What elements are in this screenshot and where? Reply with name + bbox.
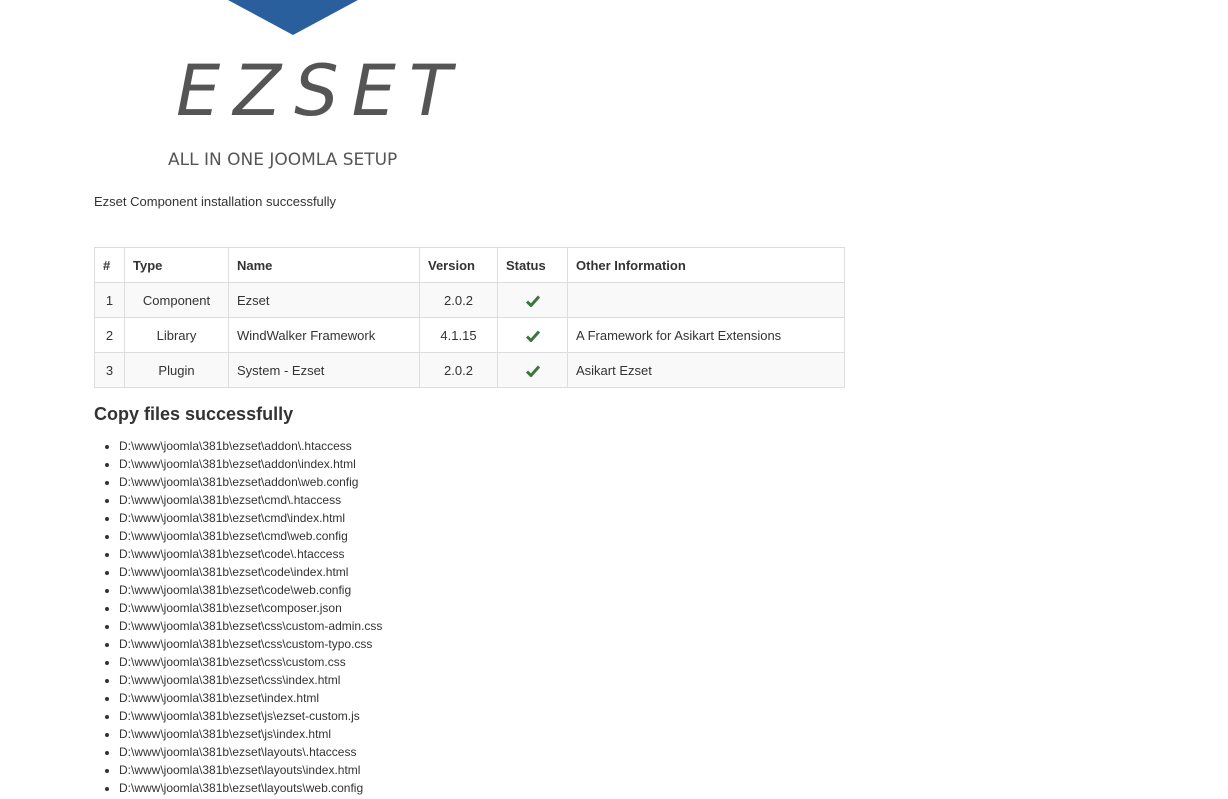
row-name: WindWalker Framework bbox=[228, 317, 420, 353]
row-type: Component bbox=[124, 282, 229, 318]
column-header-other-information: Other Information bbox=[567, 247, 845, 283]
row-other-information: A Framework for Asikart Extensions bbox=[567, 317, 845, 353]
list-item: D:\www\joomla\381b\ezset\layouts\index.h… bbox=[119, 761, 382, 779]
logo-tagline: ALL IN ONE JOOMLA SETUP bbox=[168, 150, 398, 170]
row-other-information bbox=[567, 282, 845, 318]
row-other-information: Asikart Ezset bbox=[567, 352, 845, 388]
list-item: D:\www\joomla\381b\ezset\code\index.html bbox=[119, 563, 382, 581]
check-icon bbox=[525, 295, 540, 308]
list-item: D:\www\joomla\381b\ezset\cmd\web.config bbox=[119, 527, 382, 545]
check-icon bbox=[525, 330, 540, 343]
list-item: D:\www\joomla\381b\ezset\composer.json bbox=[119, 599, 382, 617]
column-header-status: Status bbox=[497, 247, 568, 283]
list-item: D:\www\joomla\381b\ezset\addon\.htaccess bbox=[119, 437, 382, 455]
table-row: 3 Plugin System - Ezset 2.0.2 Asikart Ez… bbox=[94, 352, 845, 388]
column-header-version: Version bbox=[419, 247, 498, 283]
install-result-page: EZSET ALL IN ONE JOOMLA SETUP Ezset Comp… bbox=[0, 0, 1228, 799]
list-item: D:\www\joomla\381b\ezset\code\.htaccess bbox=[119, 545, 382, 563]
list-item: D:\www\joomla\381b\ezset\cmd\index.html bbox=[119, 509, 382, 527]
table-row: 2 Library WindWalker Framework 4.1.15 A … bbox=[94, 317, 845, 353]
table-row: 1 Component Ezset 2.0.2 bbox=[94, 282, 845, 318]
install-table: # Type Name Version Status Other Informa… bbox=[94, 247, 845, 388]
row-type: Plugin bbox=[124, 352, 229, 388]
list-item: D:\www\joomla\381b\ezset\index.html bbox=[119, 689, 382, 707]
row-name: System - Ezset bbox=[228, 352, 420, 388]
column-header-type: Type bbox=[124, 247, 229, 283]
copied-files-list: D:\www\joomla\381b\ezset\addon\.htaccess… bbox=[94, 437, 382, 797]
row-version: 2.0.2 bbox=[419, 352, 498, 388]
list-item: D:\www\joomla\381b\ezset\css\index.html bbox=[119, 671, 382, 689]
row-status bbox=[497, 317, 568, 353]
row-number: 1 bbox=[94, 282, 125, 318]
row-version: 2.0.2 bbox=[419, 282, 498, 318]
row-type: Library bbox=[124, 317, 229, 353]
row-name: Ezset bbox=[228, 282, 420, 318]
list-item: D:\www\joomla\381b\ezset\css\custom-admi… bbox=[119, 617, 382, 635]
list-item: D:\www\joomla\381b\ezset\layouts\web.con… bbox=[119, 779, 382, 797]
list-item: D:\www\joomla\381b\ezset\css\custom-typo… bbox=[119, 635, 382, 653]
logo-chevron-icon bbox=[228, 0, 358, 35]
list-item: D:\www\joomla\381b\ezset\addon\web.confi… bbox=[119, 473, 382, 491]
row-version: 4.1.15 bbox=[419, 317, 498, 353]
check-icon bbox=[525, 365, 540, 378]
list-item: D:\www\joomla\381b\ezset\css\custom.css bbox=[119, 653, 382, 671]
copy-files-heading: Copy files successfully bbox=[94, 404, 294, 424]
row-number: 3 bbox=[94, 352, 125, 388]
install-status-message: Ezset Component installation successfull… bbox=[94, 194, 337, 209]
list-item: D:\www\joomla\381b\ezset\js\ezset-custom… bbox=[119, 707, 382, 725]
logo-wordmark: EZSET bbox=[176, 50, 465, 132]
list-item: D:\www\joomla\381b\ezset\layouts\.htacce… bbox=[119, 743, 382, 761]
list-item: D:\www\joomla\381b\ezset\js\index.html bbox=[119, 725, 382, 743]
row-status bbox=[497, 352, 568, 388]
column-header-number: # bbox=[94, 247, 125, 283]
row-number: 2 bbox=[94, 317, 125, 353]
row-status bbox=[497, 282, 568, 318]
column-header-name: Name bbox=[228, 247, 420, 283]
list-item: D:\www\joomla\381b\ezset\cmd\.htaccess bbox=[119, 491, 382, 509]
list-item: D:\www\joomla\381b\ezset\addon\index.htm… bbox=[119, 455, 382, 473]
table-header-row: # Type Name Version Status Other Informa… bbox=[94, 247, 845, 283]
list-item: D:\www\joomla\381b\ezset\code\web.config bbox=[119, 581, 382, 599]
